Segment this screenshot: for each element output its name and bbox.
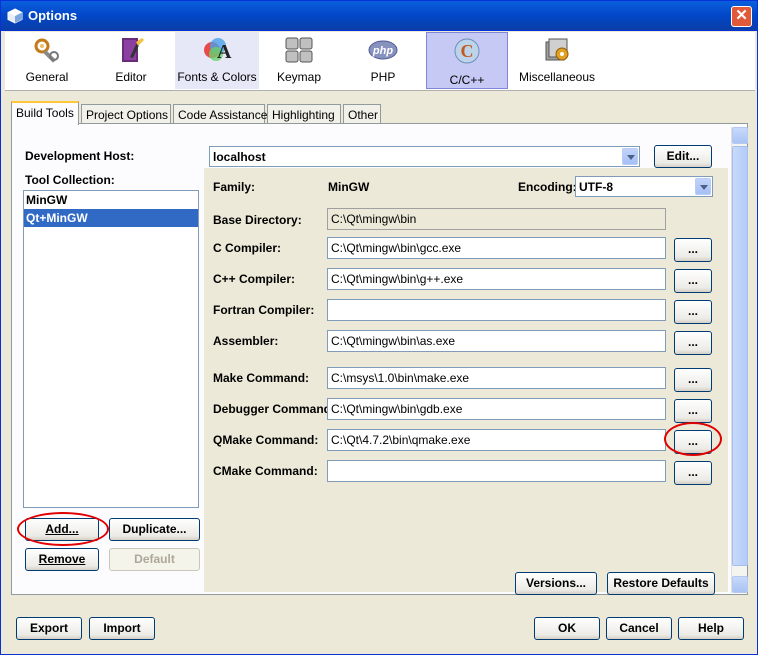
edit-host-button[interactable]: Edit...: [654, 145, 712, 168]
development-host-select[interactable]: localhost: [209, 146, 640, 167]
debugger-command-label: Debugger Command:: [213, 402, 336, 416]
svg-text:C: C: [461, 41, 474, 61]
c-compiler-label: C Compiler:: [213, 241, 282, 255]
fortran-compiler-label: Fortran Compiler:: [213, 303, 315, 317]
netbeans-cube-icon: [7, 8, 23, 24]
build-tools-panel: Development Host: localhost Edit... Tool…: [11, 123, 748, 595]
category-miscellaneous[interactable]: Miscellaneous: [511, 32, 603, 89]
c-compiler-browse-button[interactable]: ...: [674, 238, 712, 262]
chevron-down-icon[interactable]: [695, 178, 711, 195]
qmake-highlight-circle: [664, 422, 722, 456]
qmake-command-label: QMake Command:: [213, 433, 319, 447]
php-icon: php: [368, 40, 398, 60]
window-title: Options: [28, 8, 78, 23]
category-fonts-colors[interactable]: A Fonts & Colors: [175, 32, 259, 89]
category-label: Fonts & Colors: [177, 70, 257, 84]
debugger-command-browse-button[interactable]: ...: [674, 399, 712, 423]
ok-button[interactable]: OK: [534, 617, 600, 640]
close-button[interactable]: ✕: [731, 6, 752, 27]
category-general[interactable]: General: [11, 32, 83, 89]
debugger-command-field[interactable]: C:\Qt\mingw\bin\gdb.exe: [327, 398, 666, 420]
development-host-value: localhost: [213, 150, 266, 164]
development-host-label: Development Host:: [25, 149, 135, 163]
import-button[interactable]: Import: [89, 617, 155, 640]
remove-tool-button[interactable]: Remove: [25, 548, 99, 571]
scroll-thumb[interactable]: [732, 146, 748, 566]
versions-button[interactable]: Versions...: [515, 572, 597, 595]
category-cpp[interactable]: C C/C++: [426, 32, 508, 89]
scroll-down-icon[interactable]: [732, 576, 748, 593]
list-item[interactable]: MinGW: [24, 191, 198, 209]
qmake-command-field[interactable]: C:\Qt\4.7.2\bin\qmake.exe: [327, 429, 666, 451]
keymap-icon: [285, 37, 313, 63]
tab-code-assistance[interactable]: Code Assistance: [173, 104, 267, 124]
cmake-command-field[interactable]: [327, 460, 666, 482]
fonts-colors-icon: A: [204, 38, 232, 63]
category-label: Keymap: [276, 70, 322, 84]
vertical-scrollbar[interactable]: [731, 127, 748, 593]
svg-text:php: php: [372, 45, 393, 57]
make-command-label: Make Command:: [213, 371, 310, 385]
encoding-value: UTF-8: [579, 180, 613, 194]
svg-text:A: A: [217, 41, 232, 63]
category-keymap[interactable]: Keymap: [261, 32, 337, 89]
cpp-compiler-label: C++ Compiler:: [213, 272, 296, 286]
tab-highlighting[interactable]: Highlighting: [267, 104, 341, 124]
add-highlight-circle: [17, 512, 109, 546]
category-label: Miscellaneous: [518, 70, 596, 84]
encoding-select[interactable]: UTF-8: [575, 176, 713, 197]
c-compiler-field[interactable]: C:\Qt\mingw\bin\gcc.exe: [327, 237, 666, 259]
options-window: Options ✕ General Editor A Fonts & Color…: [0, 0, 758, 655]
editor-icon: [122, 38, 144, 62]
cancel-button[interactable]: Cancel: [606, 617, 672, 640]
cpp-compiler-field[interactable]: C:\Qt\mingw\bin\g++.exe: [327, 268, 666, 290]
category-label: Editor: [115, 70, 147, 84]
base-directory-label: Base Directory:: [213, 213, 302, 227]
category-php[interactable]: php PHP: [345, 32, 421, 89]
remove-button-label: Remove: [38, 552, 86, 566]
help-button[interactable]: Help: [678, 617, 744, 640]
chevron-down-icon[interactable]: [622, 148, 638, 165]
restore-defaults-button[interactable]: Restore Defaults: [607, 572, 715, 595]
family-value: MinGW: [328, 180, 370, 194]
assembler-field[interactable]: C:\Qt\mingw\bin\as.exe: [327, 330, 666, 352]
list-item[interactable]: Qt+MinGW: [24, 209, 198, 227]
category-label: PHP: [370, 70, 396, 84]
tools-icon: [34, 38, 59, 63]
fortran-compiler-browse-button[interactable]: ...: [674, 300, 712, 324]
tab-other[interactable]: Other: [343, 104, 381, 124]
duplicate-tool-button[interactable]: Duplicate...: [109, 518, 200, 541]
make-command-browse-button[interactable]: ...: [674, 368, 712, 392]
cmake-command-label: CMake Command:: [213, 464, 318, 478]
tab-build-tools[interactable]: Build Tools: [11, 101, 79, 125]
encoding-label: Encoding:: [518, 180, 577, 194]
assembler-browse-button[interactable]: ...: [674, 331, 712, 355]
assembler-label: Assembler:: [213, 334, 279, 348]
category-label: General: [25, 70, 69, 84]
fortran-compiler-field[interactable]: [327, 299, 666, 321]
family-label: Family:: [213, 180, 256, 194]
miscellaneous-icon: [545, 38, 569, 61]
category-toolbar: General Editor A Fonts & Colors Keymap p…: [5, 32, 755, 91]
tab-project-options[interactable]: Project Options: [81, 104, 171, 124]
cmake-command-browse-button[interactable]: ...: [674, 461, 712, 485]
category-label: C/C++: [449, 73, 485, 87]
cpp-compiler-browse-button[interactable]: ...: [674, 269, 712, 293]
cpp-icon: C: [454, 38, 480, 64]
tool-collection-list[interactable]: MinGW Qt+MinGW: [23, 190, 199, 508]
category-editor[interactable]: Editor: [91, 32, 171, 89]
export-button[interactable]: Export: [16, 617, 82, 640]
title-bar[interactable]: Options ✕: [1, 1, 757, 31]
scroll-up-icon[interactable]: [732, 127, 748, 144]
tool-collection-label: Tool Collection:: [25, 173, 115, 187]
make-command-field[interactable]: C:\msys\1.0\bin\make.exe: [327, 367, 666, 389]
default-tool-button[interactable]: Default: [109, 548, 200, 571]
base-directory-field: C:\Qt\mingw\bin: [327, 208, 666, 230]
